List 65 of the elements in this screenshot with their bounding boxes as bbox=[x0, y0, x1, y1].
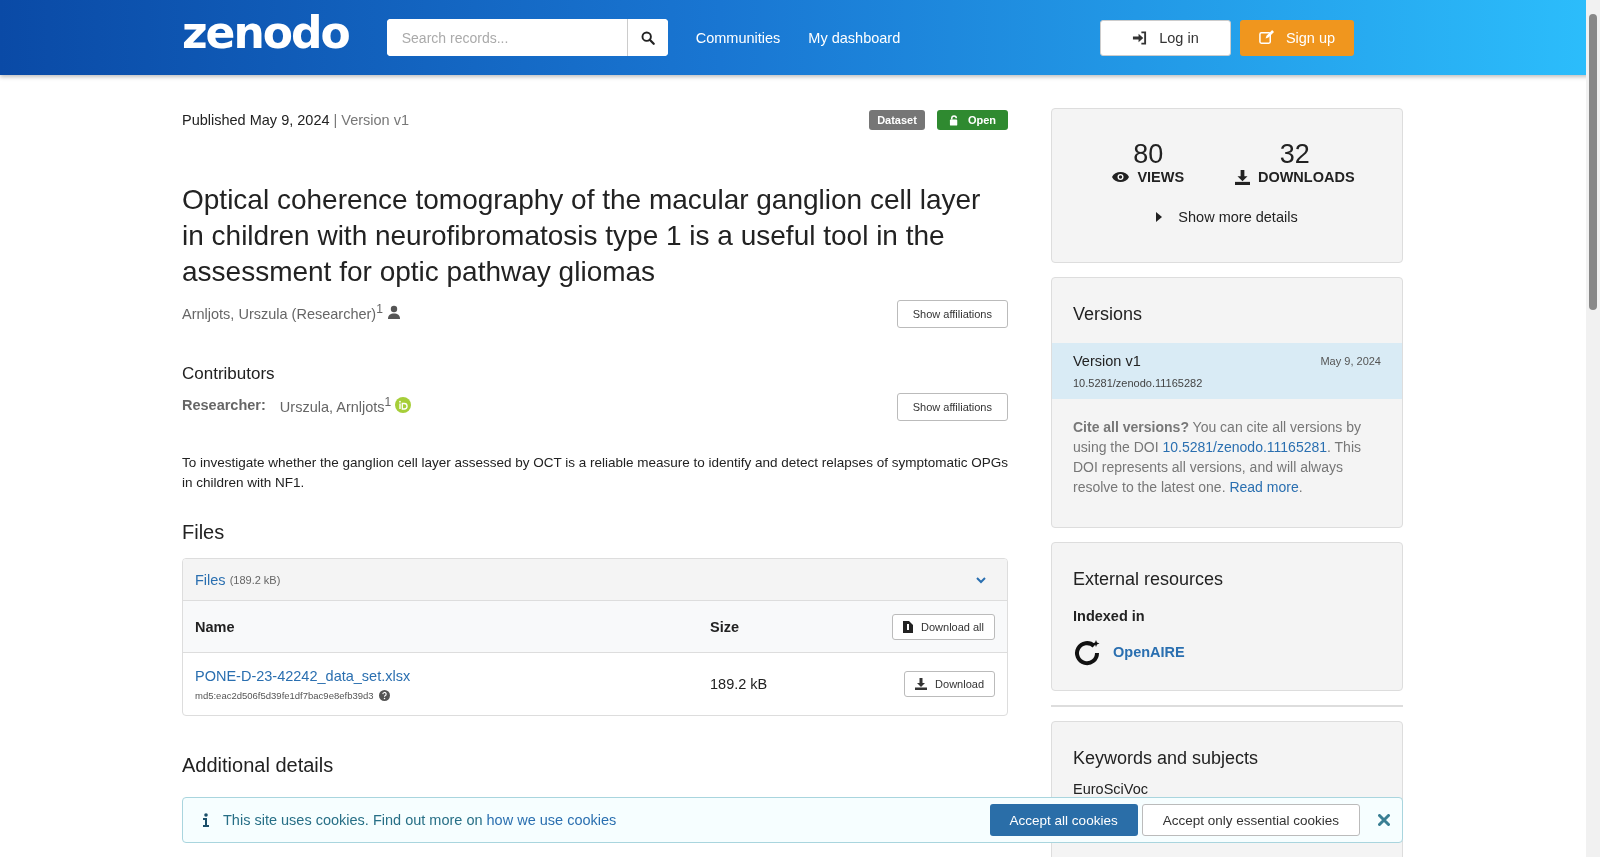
search-button[interactable] bbox=[626, 19, 668, 56]
download-all-button[interactable]: Download all bbox=[892, 613, 995, 640]
eye-icon bbox=[1112, 171, 1130, 183]
ring-logo-icon bbox=[1073, 638, 1101, 666]
column-header: Name bbox=[195, 618, 236, 635]
access-badge: Open bbox=[936, 110, 1008, 130]
edit-icon bbox=[1258, 30, 1274, 45]
sign-in-icon bbox=[1132, 30, 1148, 45]
card-heading: Versions bbox=[1072, 303, 1144, 326]
search-icon bbox=[640, 30, 655, 45]
section-heading: Files bbox=[182, 521, 226, 544]
section-heading: Contributors bbox=[182, 364, 276, 384]
creator-name[interactable]: Arnljots, Urszula (Researcher)$^{1}$ bbox=[182, 302, 383, 322]
download-icon bbox=[1234, 169, 1250, 185]
file-size: 189.2 kB bbox=[710, 676, 769, 692]
show-more-details-toggle[interactable]: Show more details bbox=[1052, 209, 1402, 225]
file-icon bbox=[903, 620, 913, 633]
card-heading: External resources bbox=[1072, 568, 1225, 591]
version-item[interactable]: Version v1 May 9, 2024 10.5281/zenodo.11165282 bbox=[1052, 343, 1402, 399]
indexed-in-label: Indexed in bbox=[1072, 608, 1146, 624]
publication-date: Published May 9, 2024 bbox=[182, 112, 330, 128]
cite-note: Cite all versions? You can cite all versions by using the DOI 10.5281/zenodo.11165281. This DOI represents all versions, and will always resolve to the latest one. Read more. bbox=[1073, 418, 1362, 497]
file-checksum: md5:eac2d506f5d39fe1df7bac9e8efb39d3 bbox=[195, 689, 374, 701]
info-icon bbox=[203, 813, 209, 827]
stat-label: VIEWS bbox=[1137, 169, 1185, 185]
caret-icon bbox=[1156, 212, 1163, 222]
stat-value: 80 bbox=[1133, 139, 1164, 169]
version-label: | Version v1 bbox=[333, 112, 410, 128]
version-doi: 10.5281/zenodo.11165282 bbox=[1073, 377, 1204, 389]
login-button[interactable]: Log in bbox=[1100, 19, 1231, 56]
files-total-size: (189.2 kB) bbox=[229, 573, 281, 586]
nav-link[interactable]: My dashboard bbox=[808, 29, 901, 46]
file-name-link[interactable]: PONE-D-23-42242_data_set.xlsx bbox=[195, 667, 411, 684]
logo[interactable]: zenodo bbox=[182, 10, 349, 55]
close-icon[interactable] bbox=[1378, 814, 1390, 826]
stat-value: 32 bbox=[1279, 139, 1310, 169]
version-name: Version v1 bbox=[1073, 353, 1141, 369]
cookie-policy-link[interactable]: how we use cookies bbox=[486, 812, 617, 828]
stat-label: DOWNLOADS bbox=[1257, 169, 1355, 185]
external-resource-link[interactable]: OpenAIRE bbox=[1113, 644, 1185, 660]
resource-type-badge: Dataset bbox=[869, 110, 925, 130]
accept-all-cookies-button[interactable]: Accept all cookies bbox=[989, 804, 1138, 836]
search-field[interactable]: Search records... bbox=[386, 19, 668, 56]
contributor-role: Researcher: bbox=[182, 396, 266, 413]
files-panel-title[interactable]: Files bbox=[195, 571, 226, 588]
person-icon bbox=[386, 304, 401, 319]
help-icon[interactable] bbox=[378, 689, 390, 701]
keyword-scheme: EuroSciVoc bbox=[1072, 781, 1149, 797]
card-heading: Keywords and subjects bbox=[1072, 747, 1260, 770]
nav-link[interactable]: Communities bbox=[695, 29, 781, 46]
scrollbar[interactable] bbox=[1586, 0, 1600, 857]
cookie-notice: This site uses cookies. Find out more on how we use cookies bbox=[223, 812, 617, 828]
accept-essential-cookies-button[interactable]: Accept only essential cookies bbox=[1141, 804, 1360, 836]
download-icon bbox=[915, 678, 928, 690]
column-header: Size bbox=[710, 618, 740, 635]
section-heading: Additional details bbox=[182, 754, 335, 777]
record-description: To investigate whether the ganglion cell layer assessed by OCT is a reliable measure to identify and detect relapses of symptomatic OPGs in children with NF1. bbox=[182, 454, 1008, 492]
contributor-name[interactable]: Urszula, Arnljots$^{1}$ bbox=[279, 395, 392, 415]
version-date: May 9, 2024 bbox=[1320, 355, 1381, 367]
show-affiliations-button[interactable]: Show affiliations bbox=[896, 300, 1008, 328]
record-title: Optical coherence tomography of the macular ganglion cell layer in children with neurofibromatosis type 1 is a useful tool in the assessment for optic pathway gliomas bbox=[182, 183, 982, 289]
cite-link[interactable]: Read more bbox=[1229, 479, 1299, 495]
download-button[interactable]: Download bbox=[904, 671, 995, 697]
show-affiliations-button[interactable]: Show affiliations bbox=[896, 393, 1008, 421]
chevron-icon[interactable] bbox=[975, 574, 987, 585]
